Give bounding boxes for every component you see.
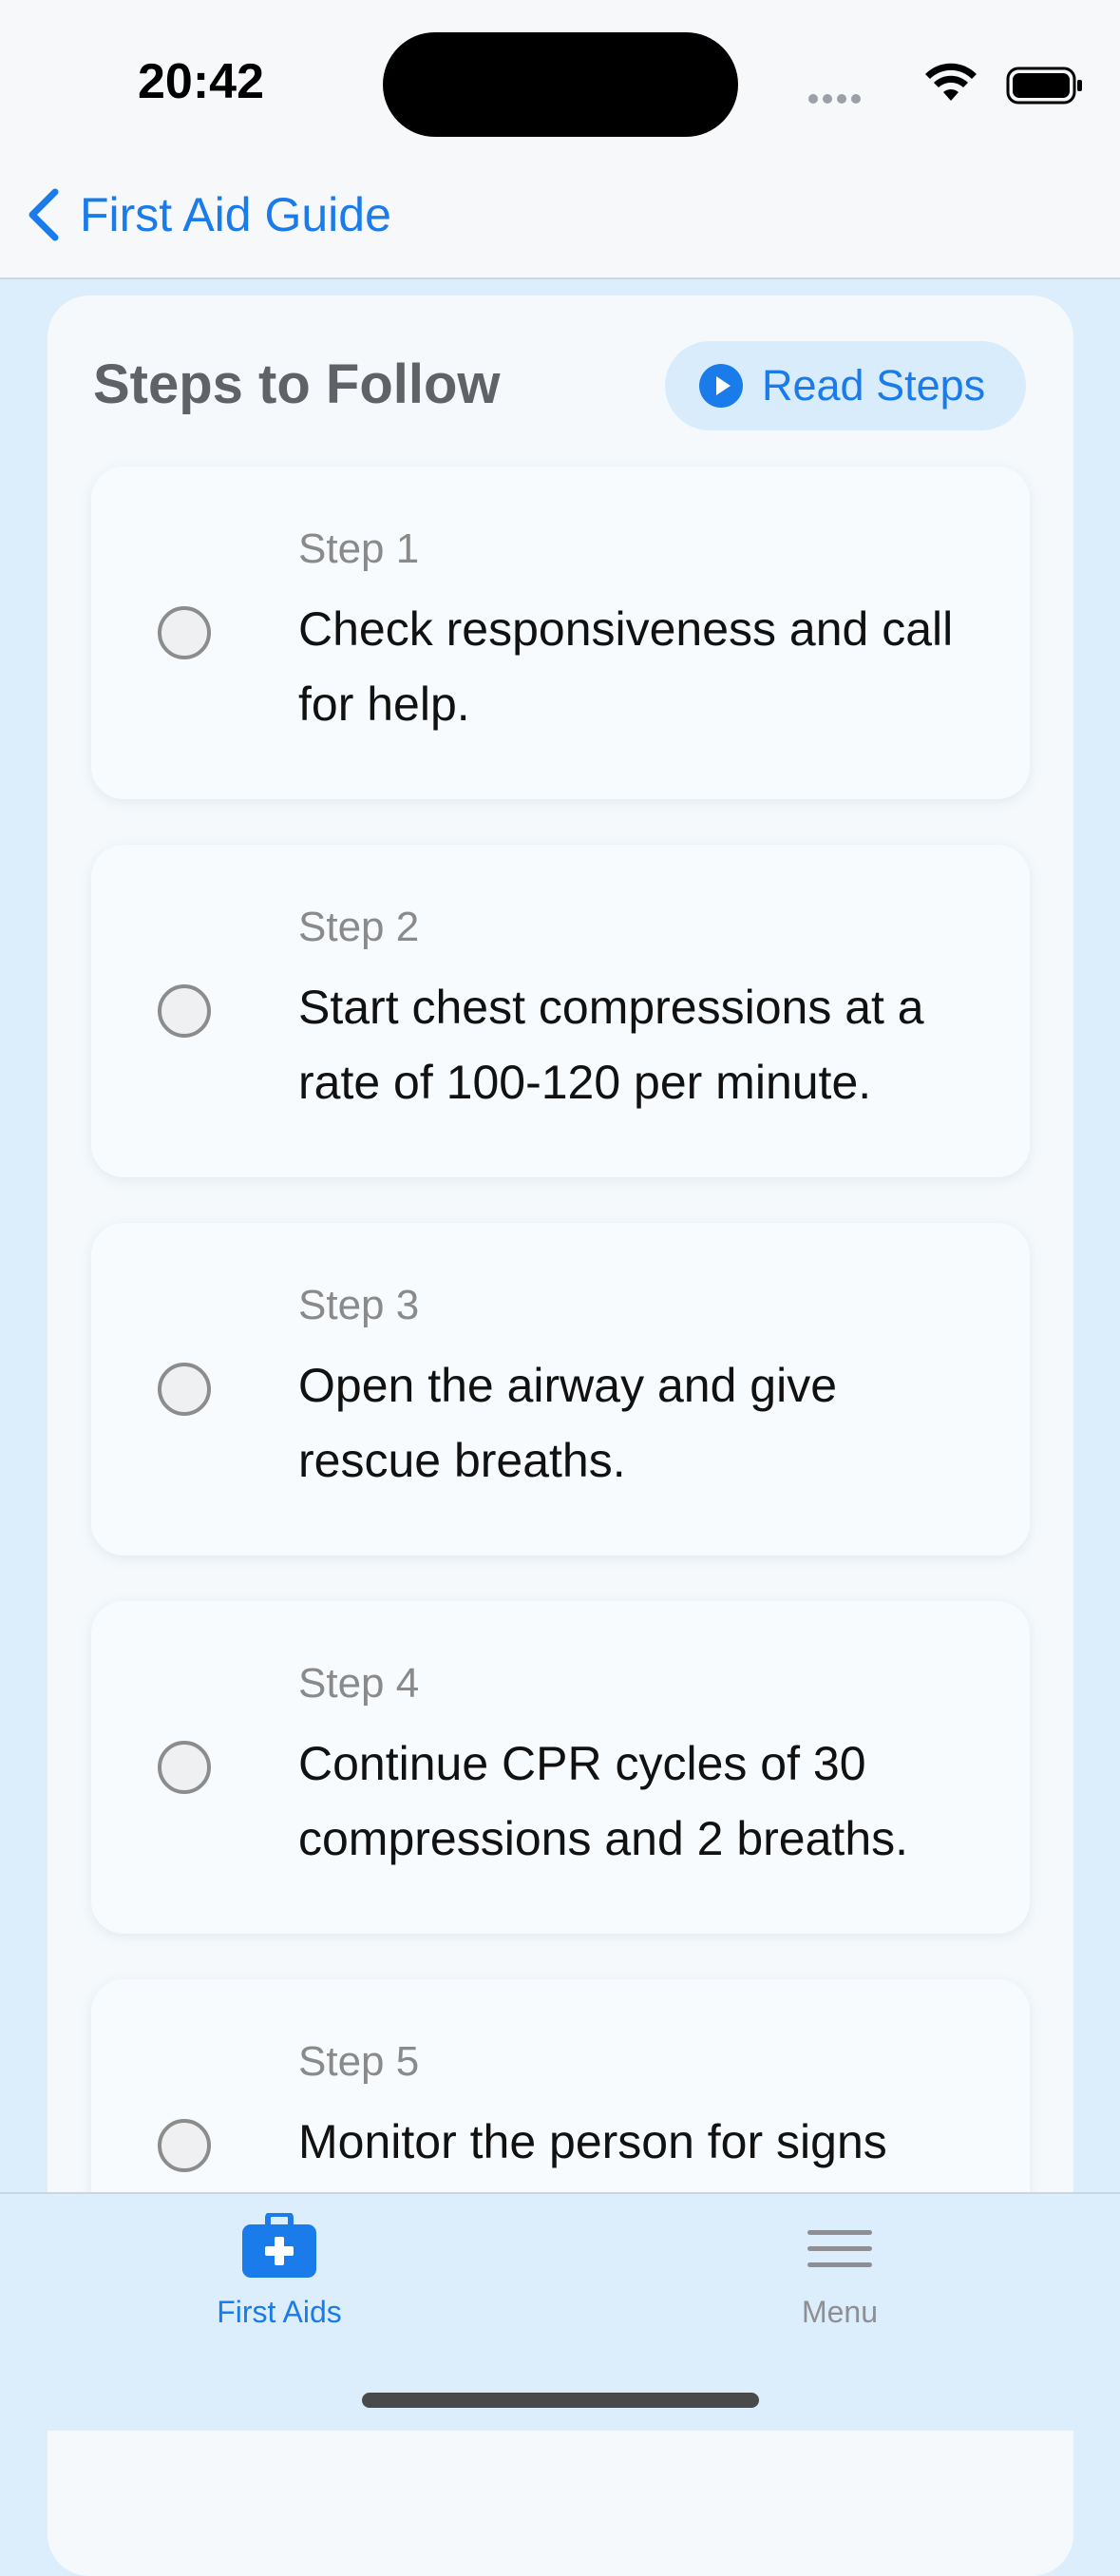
tab-menu[interactable]: Menu: [697, 2194, 982, 2346]
chevron-left-icon: [28, 188, 59, 241]
first-aid-kit-icon: [242, 2213, 316, 2278]
step-text: Open the airway and give rescue breaths.: [298, 1359, 838, 1487]
play-circle-icon: [699, 364, 743, 408]
read-steps-button[interactable]: Read Steps: [665, 341, 1026, 430]
home-indicator: [362, 2393, 759, 2408]
step-label: Step 5: [298, 2038, 420, 2085]
step-text: Check responsiveness and call for help.: [298, 602, 954, 731]
step-text: Start chest compressions at a rate of 10…: [298, 981, 924, 1109]
back-button[interactable]: First Aid Guide: [25, 186, 391, 243]
dynamic-island: [383, 32, 738, 137]
wifi-icon: [925, 63, 977, 101]
read-steps-label: Read Steps: [762, 361, 986, 410]
step-text: Continue CPR cycles of 30 compressions a…: [298, 1737, 909, 1865]
tab-first-aids-label: First Aids: [217, 2295, 342, 2329]
menu-icon: [807, 2230, 872, 2267]
step-label: Step 2: [298, 904, 420, 950]
step-checkbox[interactable]: [158, 2119, 211, 2172]
step-text: Monitor the person for signs: [298, 2115, 887, 2168]
step-card: Step 1 Check responsiveness and call for…: [91, 467, 1030, 799]
tab-menu-label: Menu: [801, 2295, 879, 2329]
step-card: Step 3 Open the airway and give rescue b…: [91, 1223, 1030, 1555]
cellular-signal-icon: [808, 91, 865, 108]
step-card: Step 2 Start chest compressions at a rat…: [91, 845, 1030, 1177]
step-card: Step 4 Continue CPR cycles of 30 compres…: [91, 1601, 1030, 1934]
back-label: First Aid Guide: [80, 188, 391, 241]
step-label: Step 4: [298, 1660, 420, 1707]
step-checkbox[interactable]: [158, 606, 211, 659]
step-label: Step 1: [298, 525, 420, 572]
step-checkbox[interactable]: [158, 1741, 211, 1794]
step-checkbox[interactable]: [158, 1363, 211, 1416]
status-time: 20:42: [138, 54, 264, 109]
step-label: Step 3: [298, 1282, 420, 1328]
battery-icon: [1006, 67, 1082, 105]
card-title: Steps to Follow: [93, 353, 501, 415]
step-checkbox[interactable]: [158, 984, 211, 1038]
top-bar: 20:42 First Aid Guide: [0, 0, 1120, 279]
tab-first-aids[interactable]: First Aids: [137, 2194, 422, 2346]
